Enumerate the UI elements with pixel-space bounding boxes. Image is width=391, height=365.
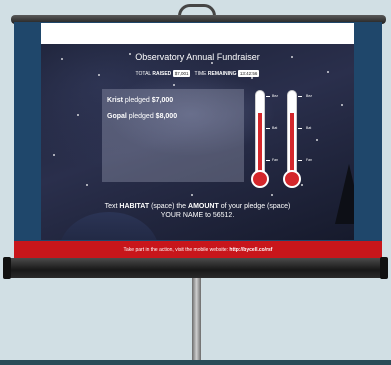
total-raised-label: TOTAL RAISED	[135, 70, 172, 77]
thermometer-mark: Bez	[272, 94, 279, 98]
pledge-instructions: Text HABITAT (space) the AMOUNT of your …	[104, 203, 291, 219]
thermometer-mark: Bez	[306, 94, 313, 98]
roller-end-cap	[380, 257, 388, 279]
pledge-list-panel: Krist pledged $7,000 Gopal pledged $8,00…	[102, 89, 244, 182]
thermometer-fill	[258, 113, 262, 176]
screen-roller-case	[6, 258, 388, 278]
thermometer-bulb	[283, 170, 301, 188]
thermometer-gauge	[250, 90, 270, 188]
thermometer-mark: Bat	[272, 126, 278, 130]
screen-header-strip	[41, 23, 354, 44]
thermometer-gauge	[282, 90, 302, 188]
thermometer-mark: Fan	[272, 158, 279, 162]
stand-pole	[192, 278, 201, 360]
thermometer-bulb	[251, 170, 269, 188]
time-remaining-label: TIME REMAINING	[194, 70, 237, 77]
time-remaining-value: 13:42:56	[237, 70, 260, 77]
mobile-website-link[interactable]: http://bycell.co/rsf	[229, 247, 272, 253]
thermometer-mark: Bat	[306, 126, 312, 130]
footer-message: Take part in the action, visit the mobil…	[123, 247, 273, 253]
thermometer-mark: Fan	[306, 158, 313, 162]
thermometer-fill	[290, 113, 294, 176]
fundraiser-title: Observatory Annual Fundraiser	[135, 52, 260, 62]
floor-strip	[0, 360, 391, 365]
fundraiser-stats: TOTAL RAISED $7,001 TIME REMAINING 13:42…	[41, 70, 354, 77]
pledge-item: Krist pledged $7,000	[107, 97, 174, 104]
total-raised-value: $7,001	[172, 70, 191, 77]
roller-end-cap	[3, 257, 11, 279]
pledge-item: Gopal pledged $8,000	[107, 113, 178, 120]
